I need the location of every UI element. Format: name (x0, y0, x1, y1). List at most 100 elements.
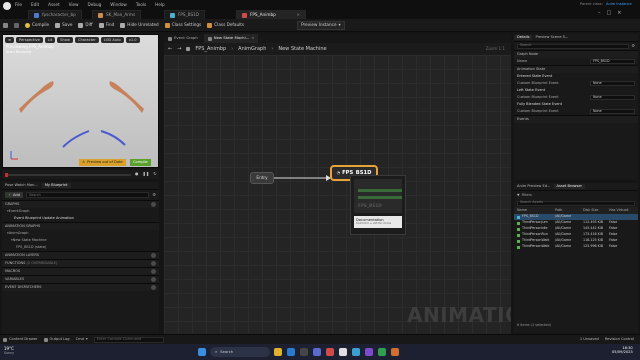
section-graphs[interactable]: GRAPHS (2, 200, 159, 208)
tab-asset-browser[interactable]: Asset Browser (553, 184, 586, 189)
tree-item-state[interactable]: FPS_BS1D (state) (2, 244, 159, 251)
forward-arrow-icon[interactable]: → (177, 46, 181, 52)
speed-button[interactable]: x1.0 (125, 37, 140, 43)
tree-item-event-update[interactable]: Event Blueprint Update Animation (2, 215, 159, 222)
viewport-menu-button[interactable]: ≡ (5, 37, 15, 43)
maximize-icon[interactable]: □ (607, 10, 612, 16)
section-variables[interactable]: VARIABLES (2, 275, 159, 283)
section-animation-graphs[interactable]: ANIMATION GRAPHS (2, 222, 159, 230)
menu-tools[interactable]: Tools (136, 2, 146, 7)
tab-my-blueprint[interactable]: My Blueprint (41, 183, 71, 188)
menu-window[interactable]: Window (110, 2, 127, 7)
tab-anim-preview[interactable]: Anim Preview Ed... (514, 184, 551, 188)
viewport-compile-button[interactable]: Compile (130, 159, 151, 166)
unsaved-indicator[interactable]: 1 Unsaved (580, 337, 599, 341)
cmd-button[interactable]: Cmd ▾ (76, 337, 88, 341)
filters-button[interactable]: Filters (522, 193, 532, 197)
tab-pose-watch[interactable]: Pose Watch Man... (5, 183, 38, 187)
col-name[interactable]: Name (517, 208, 555, 212)
back-arrow-icon[interactable]: ← (168, 46, 172, 52)
add-layer-icon[interactable] (151, 253, 156, 258)
close-window-icon[interactable]: × (617, 10, 621, 16)
add-button[interactable]: + Add (5, 192, 23, 198)
add-dispatcher-icon[interactable] (151, 285, 156, 290)
unreal-taskbar-icon[interactable] (339, 348, 347, 356)
tab-preview-scene[interactable]: Preview Scene S... (535, 35, 568, 39)
breadcrumb-state-machine[interactable]: New State Machine (278, 46, 326, 52)
taskbar-clock[interactable]: 18:30 05/09/2023 (612, 346, 633, 355)
class-settings-button[interactable]: Class Settings (162, 19, 205, 32)
details-search-input[interactable]: Search (517, 43, 630, 49)
record-icon[interactable]: ● (135, 171, 139, 177)
spotify-icon[interactable] (378, 348, 386, 356)
filter-icon[interactable]: ▼ (517, 193, 520, 197)
table-row[interactable]: ThirdPersonWalk/All/Game 125.996 KiB False (514, 244, 638, 250)
tab-details[interactable]: Details (514, 35, 533, 40)
add-variable-icon[interactable] (151, 277, 156, 282)
col-virtual[interactable]: Has Virtuali (609, 208, 629, 212)
state-machine-graph[interactable]: Entry ◔ FPS_BS1D FPS_BS1D Documentation h… (164, 55, 511, 334)
add-graph-icon[interactable] (151, 202, 156, 207)
content-drawer-button[interactable]: Content Drawer (3, 337, 38, 342)
menu-view[interactable]: View (69, 2, 79, 7)
entry-node[interactable]: Entry (250, 172, 274, 184)
menu-help[interactable]: Help (155, 2, 165, 7)
tree-item-state-machine[interactable]: ▾ New State Machine (2, 237, 159, 244)
find-button[interactable]: Find (96, 19, 118, 32)
tree-item-anim-graph[interactable]: ▾ AnimGraph (2, 230, 159, 237)
class-defaults-button[interactable]: Class Defaults (204, 19, 247, 32)
section-functions[interactable]: FUNCTIONS (2 OVERRIDABLE) (2, 259, 159, 267)
loop-icon[interactable]: ↻ (153, 171, 156, 177)
tree-item-event-graph[interactable]: ▾ EventGraph (2, 208, 159, 215)
weather-widget[interactable]: 19°C Sunny (4, 346, 14, 356)
preview-instance-dropdown[interactable]: Preview Instance ▾ (297, 20, 345, 30)
parent-class-link[interactable]: Anim Instance (606, 2, 632, 6)
section-animation-state[interactable]: Animation State (514, 65, 638, 73)
timeline-scrub[interactable] (5, 172, 131, 177)
app-icon[interactable] (326, 348, 334, 356)
diff-button[interactable]: Diff (75, 19, 95, 32)
col-path[interactable]: Path (555, 208, 583, 212)
menu-debug[interactable]: Debug (88, 2, 102, 7)
add-macro-icon[interactable] (151, 269, 156, 274)
file-explorer-icon[interactable] (274, 348, 282, 356)
revision-control-button[interactable]: Revision Control (605, 337, 634, 341)
add-function-icon[interactable] (151, 261, 156, 266)
minimize-icon[interactable]: – (598, 10, 601, 16)
settings-gear-icon[interactable]: ⚙ (152, 192, 156, 198)
taskbar-search[interactable]: ⌕ Search (210, 347, 270, 357)
settings-gear-icon[interactable]: ⚙ (631, 43, 635, 49)
save-icon[interactable] (0, 19, 11, 32)
breadcrumb-animbp[interactable]: FPS_Animbp (195, 46, 226, 52)
output-log-button[interactable]: Output Log (43, 337, 70, 342)
compile-button[interactable]: Compile (22, 19, 52, 32)
browse-icon[interactable] (11, 19, 22, 32)
close-icon[interactable]: × (296, 12, 300, 17)
console-input[interactable]: Enter Console Command (93, 336, 164, 343)
save-button[interactable]: Save (52, 19, 75, 32)
section-events[interactable]: Events (514, 115, 638, 123)
preview-viewport[interactable]: ≡ Perspective Lit Show Character LOD Aut… (2, 34, 159, 168)
other-app-icon[interactable] (391, 348, 399, 356)
asset-search-input[interactable]: Search Assets (517, 200, 635, 206)
name-field[interactable]: FPS_BS1D (590, 59, 635, 64)
tab-state-machine[interactable]: New State Machi... × (203, 34, 259, 43)
col-size[interactable]: Disk Size (583, 208, 609, 212)
hide-unrelated-button[interactable]: Hide Unrelated (117, 19, 161, 32)
section-event-dispatchers[interactable]: EVENT DISPATCHERS (2, 283, 159, 291)
windows-start-icon[interactable] (198, 348, 206, 356)
tab-event-graph[interactable]: Event Graph (164, 34, 202, 43)
perspective-button[interactable]: Perspective (16, 37, 43, 43)
blended-event-field[interactable]: None (590, 109, 635, 114)
entered-event-field[interactable]: None (590, 81, 635, 86)
menu-edit[interactable]: Edit (31, 2, 39, 7)
teams-icon[interactable] (313, 348, 321, 356)
pause-icon[interactable]: ❚❚ (143, 171, 150, 177)
lod-button[interactable]: LOD Auto (100, 37, 124, 43)
left-event-field[interactable]: None (590, 95, 635, 100)
menu-file[interactable]: File (15, 2, 22, 7)
discord-icon[interactable] (365, 348, 373, 356)
lit-button[interactable]: Lit (44, 37, 56, 43)
section-macros[interactable]: MACROS (2, 267, 159, 275)
section-animation-layers[interactable]: ANIMATION LAYERS (2, 251, 159, 259)
